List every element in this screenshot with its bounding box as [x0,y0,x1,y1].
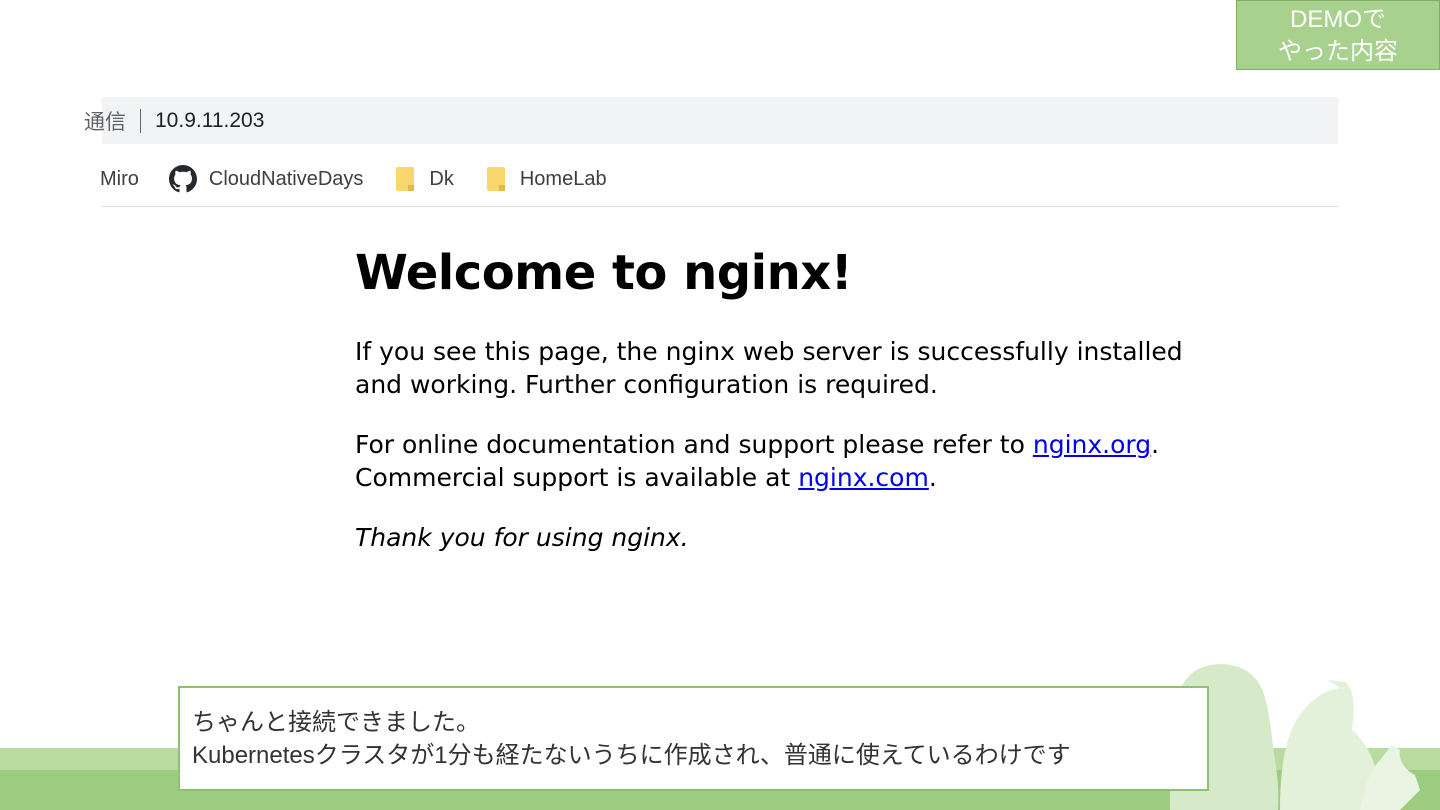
caption-line1: ちゃんと接続できました。 [192,709,480,736]
page-title: Welcome to nginx! [355,245,853,301]
support-paragraph: For online documentation and support ple… [355,428,1225,494]
demo-badge: DEMOで やった内容 [1236,0,1440,70]
thanks-text: Thank you for using nginx. [355,521,1225,554]
caption-line2: Kubernetesクラスタが1分も経たないうちに作成され、普通に使えているわけ… [192,742,1071,769]
folder-icon [396,167,415,191]
bookmark-cloudnativedays[interactable]: CloudNativeDays [168,165,364,193]
docs-text: For online documentation and support ple… [355,430,1033,459]
nginx-org-link[interactable]: nginx.org [1033,430,1151,459]
caption-box: ちゃんと接続できました。 Kubernetesクラスタが1分も経たないうちに作成… [178,686,1209,791]
bookmark-dk[interactable]: Dk [393,165,454,193]
folder-icon [486,167,505,191]
bookmark-label: Miro [100,167,139,190]
bookmark-label: HomeLab [519,167,607,190]
commercial-text: Commercial support is available at [355,463,799,492]
nginx-com-link[interactable]: nginx.com [798,463,929,492]
url-text[interactable]: 10.9.11.203 [155,109,264,133]
address-separator [140,108,141,133]
demo-badge-line1: DEMOで [1290,6,1386,33]
bookmark-label: Dk [429,167,454,190]
bookmark-homelab[interactable]: HomeLab [484,165,607,193]
docs-period: . [1151,430,1160,459]
bookmark-label: CloudNativeDays [208,167,364,190]
intro-paragraph: If you see this page, the nginx web serv… [355,337,1183,399]
thanks-emphasis: Thank you for using nginx. [355,523,689,552]
github-icon [168,165,197,193]
demo-badge-line2: やった内容 [1278,38,1398,65]
address-bar[interactable]: 通信 10.9.11.203 [84,97,1338,144]
security-label[interactable]: 通信 [84,106,126,136]
nginx-welcome-page: Welcome to nginx! If you see this page, … [355,245,1225,581]
commercial-period: . [928,463,937,492]
bookmark-miro[interactable]: Miro [100,168,139,191]
bookmarks-bar: Miro CloudNativeDays Dk HomeLab [100,152,1338,207]
